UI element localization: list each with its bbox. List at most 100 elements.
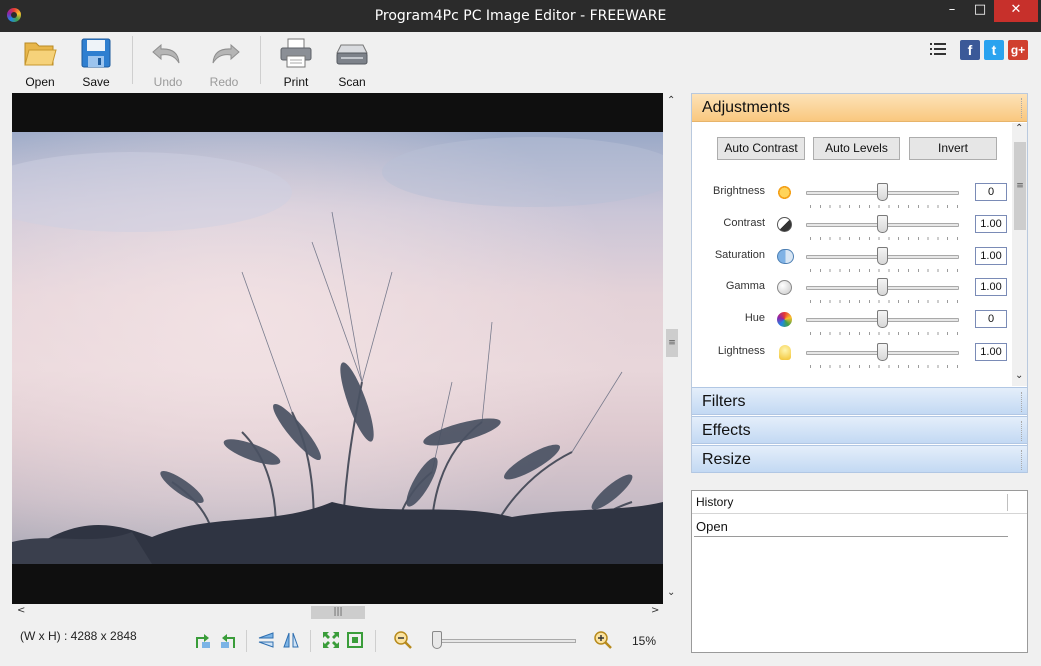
canvas-vertical-scrollbar[interactable]: ⌃ ≡ ⌄ [663, 93, 681, 604]
adjustments-scroll-thumb[interactable]: ≡ [1014, 142, 1026, 230]
maximize-button[interactable]: □ [966, 0, 994, 22]
adjustments-header[interactable]: Adjustments [692, 94, 1027, 122]
scroll-left-arrow[interactable]: < [17, 605, 25, 616]
wheat-image [12, 132, 663, 564]
resize-header[interactable]: Resize [692, 445, 1027, 473]
print-label: Print [283, 75, 309, 89]
title-bar: Program4Pc PC Image Editor - FREEWARE – … [0, 0, 1041, 32]
filters-header[interactable]: Filters [692, 387, 1027, 415]
saturation-icon [777, 249, 794, 264]
slider-ticks [810, 205, 958, 208]
rotate-left-icon[interactable] [218, 630, 238, 650]
history-header[interactable]: History [692, 491, 1027, 514]
hue-slider-thumb[interactable] [877, 310, 888, 328]
window-title: Program4Pc PC Image Editor - FREEWARE [374, 8, 667, 24]
brightness-label: Brightness [713, 185, 765, 197]
scanner-icon [336, 44, 368, 65]
actual-size-icon[interactable] [345, 630, 365, 650]
wheat-photo [12, 132, 663, 564]
zoom-slider-track[interactable] [432, 639, 576, 643]
zoom-in-icon[interactable] [593, 630, 613, 650]
menu-list-icon[interactable] [930, 43, 946, 57]
lightness-row: Lightness 1.00 [692, 342, 1012, 370]
close-button[interactable]: ✕ [994, 0, 1038, 22]
bulb-icon [779, 345, 791, 360]
auto-contrast-button[interactable]: Auto Contrast [717, 137, 805, 160]
grip-handle [1021, 450, 1024, 470]
open-button[interactable]: Open [15, 35, 65, 89]
undo-button[interactable]: Undo [143, 35, 193, 89]
flip-vertical-icon[interactable] [256, 630, 276, 650]
rotate-right-icon[interactable] [193, 630, 213, 650]
lightness-slider-thumb[interactable] [877, 343, 888, 361]
grip-handle [1021, 421, 1024, 441]
scroll-down-arrow[interactable]: ⌄ [1015, 370, 1023, 381]
facebook-icon[interactable]: f [960, 40, 980, 60]
invert-button[interactable]: Invert [909, 137, 997, 160]
slider-ticks [810, 365, 958, 368]
image-canvas[interactable] [12, 93, 663, 604]
flip-horizontal-icon[interactable] [281, 630, 301, 650]
redo-button[interactable]: Redo [199, 35, 249, 89]
slider-ticks [810, 332, 958, 335]
contrast-value[interactable]: 1.00 [975, 215, 1007, 233]
hue-value[interactable]: 0 [975, 310, 1007, 328]
redo-icon [212, 43, 240, 64]
filters-title: Filters [702, 393, 746, 410]
gamma-icon [777, 280, 792, 295]
scroll-right-arrow[interactable]: > [651, 605, 659, 616]
save-label: Save [82, 75, 110, 89]
toolbar-separator [260, 36, 261, 84]
scroll-up-arrow[interactable]: ⌃ [1015, 123, 1023, 134]
vertical-scroll-thumb[interactable]: ≡ [666, 329, 678, 357]
lightness-value[interactable]: 1.00 [975, 343, 1007, 361]
color-wheel-icon [777, 312, 792, 327]
folder-open-icon [24, 42, 57, 66]
gamma-slider-thumb[interactable] [877, 278, 888, 296]
history-item[interactable]: Open [694, 517, 1008, 537]
hue-row: Hue 0 [692, 309, 1012, 337]
scroll-down-arrow[interactable]: ⌄ [667, 587, 675, 598]
fit-to-window-icon[interactable] [321, 630, 341, 650]
print-button[interactable]: Print [271, 35, 321, 89]
effects-title: Effects [702, 422, 751, 439]
grip-handle [1021, 392, 1024, 412]
brightness-value[interactable]: 0 [975, 183, 1007, 201]
saturation-value[interactable]: 1.00 [975, 247, 1007, 265]
floppy-disk-icon [81, 38, 111, 68]
effects-header[interactable]: Effects [692, 416, 1027, 444]
hue-label: Hue [744, 312, 765, 324]
contrast-row: Contrast 1.00 [692, 214, 1012, 242]
brightness-slider-thumb[interactable] [877, 183, 888, 201]
slider-ticks [810, 300, 958, 303]
lightness-label: Lightness [717, 345, 765, 357]
history-title: History [696, 495, 734, 509]
google-plus-icon[interactable]: g+ [1008, 40, 1028, 60]
canvas-horizontal-scrollbar[interactable]: < ||| > [12, 604, 663, 621]
contrast-icon [777, 217, 792, 232]
contrast-slider-thumb[interactable] [877, 215, 888, 233]
minimize-button[interactable]: – [938, 0, 966, 22]
zoom-slider-thumb[interactable] [432, 631, 442, 649]
adjustments-body: Auto Contrast Auto Levels Invert Brightn… [692, 123, 1012, 386]
slider-ticks [810, 269, 958, 272]
twitter-icon[interactable]: t [984, 40, 1004, 60]
toolbar-separator [132, 36, 133, 84]
saturation-slider-thumb[interactable] [877, 247, 888, 265]
status-separator [310, 630, 311, 652]
horizontal-scroll-thumb[interactable]: ||| [311, 606, 365, 619]
status-separator [375, 630, 376, 652]
scan-button[interactable]: Scan [327, 35, 377, 89]
saturation-row: Saturation 1.00 [692, 246, 1012, 274]
open-label: Open [25, 75, 55, 89]
adjustments-scrollbar[interactable]: ⌃ ≡ ⌄ [1012, 123, 1027, 386]
redo-label: Redo [209, 75, 239, 89]
auto-levels-button[interactable]: Auto Levels [813, 137, 900, 160]
undo-icon [152, 43, 180, 64]
gamma-value[interactable]: 1.00 [975, 278, 1007, 296]
save-button[interactable]: Save [71, 35, 121, 89]
scroll-up-arrow[interactable]: ⌃ [667, 95, 675, 106]
zoom-out-icon[interactable] [393, 630, 413, 650]
gamma-label: Gamma [725, 280, 765, 292]
adjustments-title: Adjustments [702, 99, 791, 116]
